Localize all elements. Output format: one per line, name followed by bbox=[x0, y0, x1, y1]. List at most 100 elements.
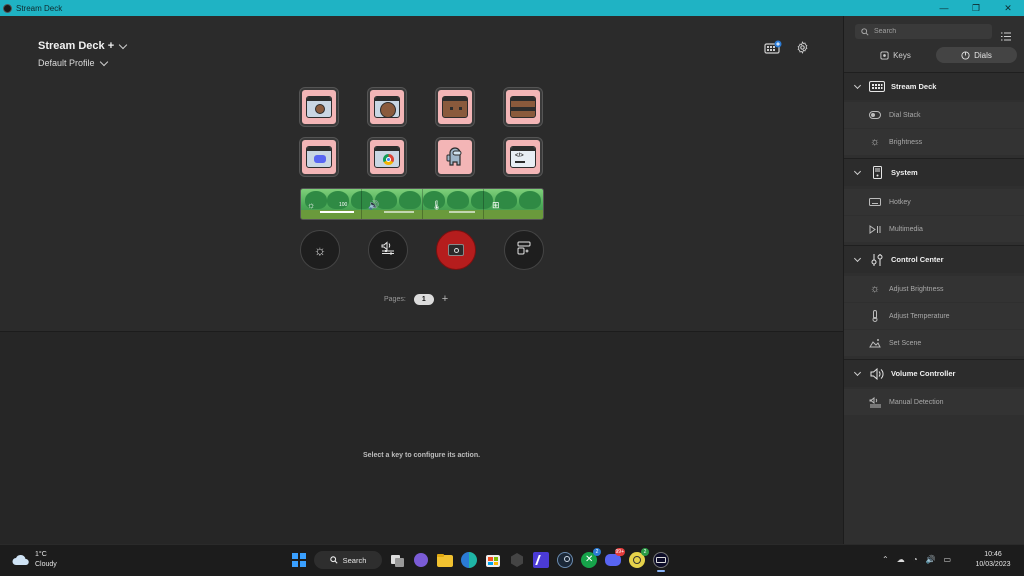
volume-icon[interactable]: 🔊 bbox=[926, 555, 936, 564]
computer-tower-icon bbox=[869, 166, 885, 179]
wifi-icon[interactable]: ◔ bbox=[913, 555, 918, 564]
action-label: Set Scene bbox=[889, 339, 922, 347]
start-button[interactable] bbox=[290, 551, 308, 569]
key-1[interactable] bbox=[300, 88, 338, 126]
dial-stack-icon: ⊞ bbox=[492, 200, 500, 210]
tab-dials-label: Dials bbox=[974, 50, 992, 60]
maximize-button[interactable]: ❐ bbox=[960, 0, 992, 16]
tab-dials[interactable]: Dials bbox=[936, 47, 1017, 63]
chevron-down-icon bbox=[118, 40, 128, 49]
action-multimedia[interactable]: Multimedia bbox=[844, 216, 1024, 242]
group-control-center[interactable]: Control Center bbox=[844, 245, 1024, 273]
strip-segment-temperature[interactable]: 🌡 bbox=[423, 189, 484, 219]
volume-icon: 🔊 bbox=[368, 200, 380, 210]
action-adjust-brightness[interactable]: ☼ Adjust Brightness bbox=[844, 276, 1024, 302]
strip-segment-dial-stack[interactable]: ⊞ bbox=[484, 189, 543, 219]
toggle-icon bbox=[867, 111, 883, 119]
action-adjust-temperature[interactable]: Adjust Temperature bbox=[844, 303, 1024, 329]
thermometer-icon bbox=[867, 310, 883, 322]
search-box[interactable] bbox=[855, 24, 992, 39]
avatar-face-icon bbox=[374, 96, 400, 118]
unity-hub-icon[interactable] bbox=[508, 551, 526, 569]
discord-icon[interactable]: 99+ bbox=[604, 548, 625, 569]
onedrive-icon[interactable]: ☁ bbox=[897, 555, 905, 564]
volume-level-bar bbox=[384, 211, 414, 213]
strip-segment-volume[interactable]: 🔊 bbox=[362, 189, 423, 219]
key-8[interactable]: </> bbox=[504, 138, 542, 176]
list-view-icon[interactable] bbox=[1001, 28, 1011, 46]
clock-time: 10:46 bbox=[984, 551, 1002, 558]
group-volume-controller[interactable]: Volume Controller bbox=[844, 359, 1024, 387]
steam-icon[interactable] bbox=[556, 551, 574, 569]
visual-studio-icon[interactable] bbox=[532, 551, 550, 569]
action-set-scene[interactable]: Set Scene bbox=[844, 330, 1024, 356]
page-1-button[interactable]: 1 bbox=[413, 293, 434, 305]
dial-icon bbox=[961, 50, 970, 60]
edge-browser-icon[interactable] bbox=[460, 551, 478, 569]
taskbar-search-button[interactable]: Search bbox=[314, 551, 382, 569]
group-system[interactable]: System bbox=[844, 158, 1024, 186]
search-input[interactable] bbox=[874, 28, 984, 35]
discord-badge: 99+ bbox=[614, 548, 625, 556]
group-label: Stream Deck bbox=[891, 82, 937, 91]
close-button[interactable]: ✕ bbox=[992, 0, 1024, 16]
teams-chat-icon[interactable] bbox=[412, 551, 430, 569]
clock-date: 10/03/2023 bbox=[975, 561, 1011, 568]
action-brightness[interactable]: ☼ Brightness bbox=[844, 129, 1024, 155]
device-name: Stream Deck + bbox=[38, 40, 115, 52]
tab-keys[interactable]: Keys bbox=[855, 47, 936, 63]
weather-widget[interactable]: 1°C Cloudy bbox=[12, 550, 57, 570]
dial-2[interactable] bbox=[368, 230, 408, 270]
sidebar-tabs: Keys Dials bbox=[855, 47, 1017, 63]
chevron-down-icon bbox=[853, 368, 862, 376]
battery-icon[interactable]: ▭ bbox=[944, 555, 952, 564]
key-2[interactable] bbox=[368, 88, 406, 126]
task-view-icon[interactable] bbox=[388, 551, 406, 569]
device-canvas: Stream Deck + Default Profile </> ☼ 100 … bbox=[0, 16, 843, 544]
action-label: Brightness bbox=[889, 138, 923, 146]
key-5[interactable] bbox=[300, 138, 338, 176]
search-icon bbox=[861, 27, 869, 36]
action-label: Adjust Brightness bbox=[889, 285, 944, 293]
stream-deck-taskbar-icon[interactable] bbox=[652, 551, 670, 572]
weather-temperature: 1°C bbox=[35, 551, 47, 558]
face-window-icon bbox=[510, 96, 536, 118]
device-selector[interactable]: Stream Deck + bbox=[38, 40, 128, 52]
sliders-icon bbox=[869, 253, 885, 267]
chevron-down-icon bbox=[99, 57, 108, 66]
dial-4[interactable] bbox=[504, 230, 544, 270]
chevron-up-icon[interactable]: ⌃ bbox=[882, 555, 889, 564]
temperature-level-bar bbox=[449, 211, 475, 213]
action-dial-stack[interactable]: Dial Stack bbox=[844, 102, 1024, 128]
task-app-icon[interactable]: 2 bbox=[628, 548, 649, 569]
action-manual-detection[interactable]: Manual Detection bbox=[844, 389, 1024, 415]
profile-selector[interactable]: Default Profile bbox=[38, 57, 108, 68]
system-clock[interactable]: 10:46 10/03/2023 bbox=[968, 550, 1018, 570]
file-explorer-icon[interactable] bbox=[436, 551, 454, 569]
microsoft-store-icon[interactable] bbox=[484, 551, 502, 569]
volume-mixer-icon bbox=[380, 240, 396, 260]
system-tray: ⌃ ☁ ◔ 🔊 ▭ bbox=[882, 555, 951, 564]
dial-1[interactable]: ☼ bbox=[300, 230, 340, 270]
minimize-button[interactable]: — bbox=[928, 0, 960, 16]
gear-icon[interactable] bbox=[796, 40, 809, 59]
key-3[interactable] bbox=[436, 88, 474, 126]
add-device-icon[interactable] bbox=[764, 40, 782, 59]
strip-segment-brightness[interactable]: ☼ 100 bbox=[301, 189, 362, 219]
key-4[interactable] bbox=[504, 88, 542, 126]
touch-strip[interactable]: ☼ 100 🔊 🌡 ⊞ bbox=[300, 188, 544, 220]
group-label: Control Center bbox=[891, 255, 944, 264]
key-7[interactable] bbox=[436, 138, 474, 176]
action-hotkey[interactable]: Hotkey bbox=[844, 189, 1024, 215]
brightness-icon: ☼ bbox=[307, 200, 316, 210]
dial-3[interactable] bbox=[436, 230, 476, 270]
xbox-icon[interactable]: ✕ 2 bbox=[580, 548, 601, 569]
tab-keys-label: Keys bbox=[893, 50, 911, 60]
key-6[interactable] bbox=[368, 138, 406, 176]
add-page-button[interactable]: + bbox=[442, 293, 448, 305]
group-stream-deck[interactable]: Stream Deck bbox=[844, 72, 1024, 100]
face-window-icon bbox=[442, 96, 468, 118]
cloud-icon bbox=[12, 554, 29, 565]
chevron-down-icon bbox=[853, 254, 862, 262]
brightness-icon: ☼ bbox=[869, 283, 881, 295]
